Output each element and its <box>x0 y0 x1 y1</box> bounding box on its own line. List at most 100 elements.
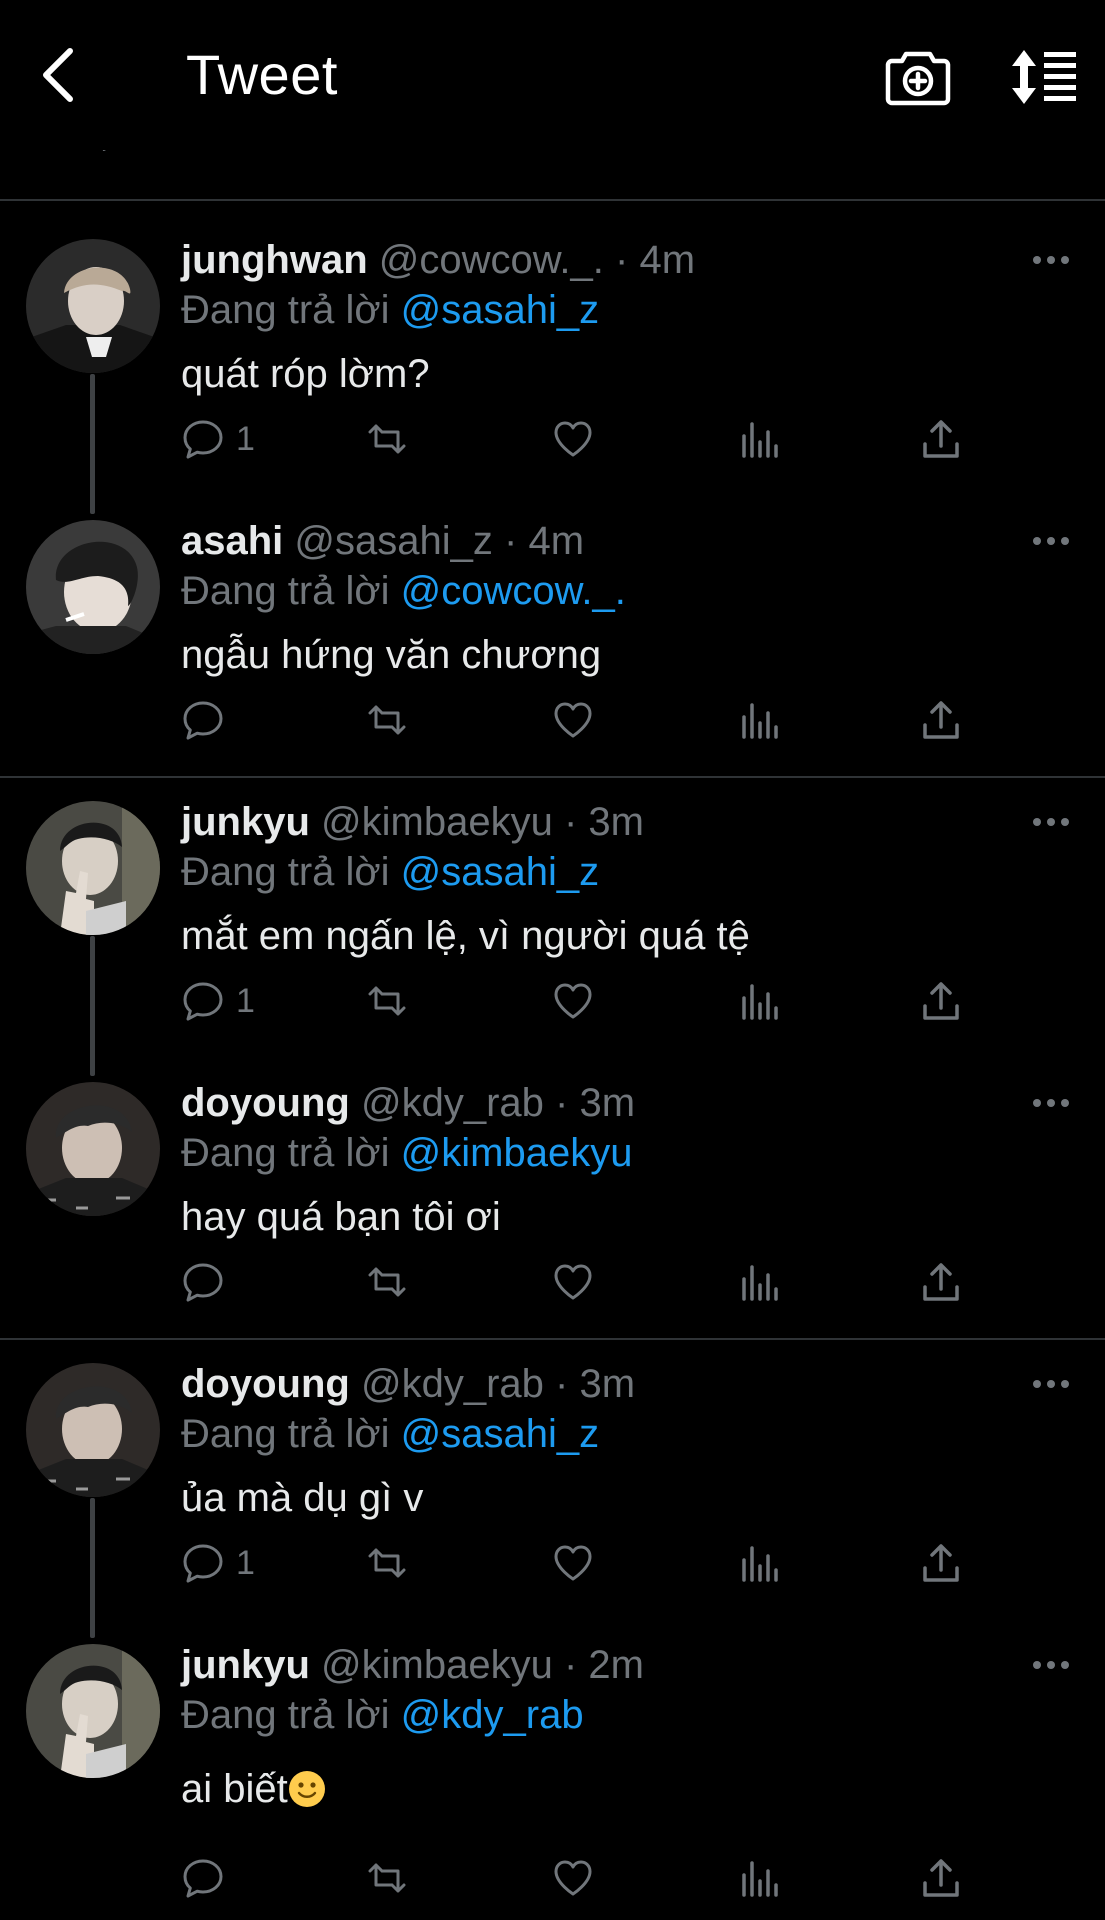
more-options-icon[interactable] <box>1030 529 1072 553</box>
replying-to-handle[interactable]: @sasahi_z <box>401 850 599 894</box>
display-name[interactable]: doyoung <box>181 1362 350 1406</box>
retweet-button[interactable] <box>364 695 410 745</box>
like-button[interactable] <box>550 1257 596 1307</box>
back-button[interactable] <box>30 42 86 108</box>
more-options-icon[interactable] <box>1030 248 1072 272</box>
views-button[interactable] <box>736 414 782 464</box>
replying-to-label: Đang trả lời <box>181 1693 390 1737</box>
retweet-button[interactable] <box>364 976 410 1026</box>
share-button[interactable] <box>918 1853 964 1903</box>
reply-button[interactable]: 1 <box>180 1538 255 1588</box>
more-options-icon[interactable] <box>1030 1091 1072 1115</box>
heart-icon <box>554 1860 592 1896</box>
display-name[interactable]: junghwan <box>181 238 368 282</box>
avatar[interactable] <box>26 1082 160 1216</box>
timestamp: 4m <box>639 238 696 282</box>
reply-button[interactable] <box>180 695 236 745</box>
separator-dot: · <box>563 1643 578 1687</box>
camera-button[interactable] <box>884 46 952 108</box>
tweet-item[interactable]: junkyu @kimbaekyu · 2m Đang trả lời @kdy… <box>0 1641 1105 1920</box>
timestamp: 3m <box>588 800 644 844</box>
retweet-icon <box>368 1863 406 1893</box>
like-button[interactable] <box>550 414 596 464</box>
reply-button[interactable]: 1 <box>180 976 255 1026</box>
replying-to-handle[interactable]: @kimbaekyu <box>401 1131 633 1175</box>
avatar[interactable] <box>26 520 160 654</box>
reply-button[interactable] <box>180 1257 236 1307</box>
views-chart-icon <box>742 1265 778 1301</box>
retweet-button[interactable] <box>364 414 410 464</box>
tweet-text: ngẫu hứng văn chương <box>181 633 602 677</box>
views-button[interactable] <box>736 695 782 745</box>
share-button[interactable] <box>918 1257 964 1307</box>
display-name[interactable]: doyoung <box>181 1081 350 1125</box>
share-button[interactable] <box>918 976 964 1026</box>
avatar-image <box>26 1644 160 1778</box>
user-handle[interactable]: @sasahi_z <box>294 519 492 563</box>
tweet-text: ai biết <box>181 1764 326 1814</box>
share-button[interactable] <box>918 1538 964 1588</box>
tweet-header: doyoung @kdy_rab · 3m <box>181 1360 635 1408</box>
user-handle[interactable]: @kdy_rab <box>361 1081 544 1125</box>
display-name[interactable]: junkyu <box>181 1643 310 1687</box>
share-icon <box>923 701 959 739</box>
sort-button[interactable] <box>1008 46 1078 108</box>
reply-icon <box>183 701 223 740</box>
retweet-button[interactable] <box>364 1538 410 1588</box>
retweet-icon <box>368 1548 406 1578</box>
more-options-icon[interactable] <box>1030 1653 1072 1677</box>
avatar[interactable] <box>26 239 160 373</box>
more-options-icon[interactable] <box>1030 810 1072 834</box>
user-handle[interactable]: @kimbaekyu <box>321 800 553 844</box>
tweet-item[interactable]: junkyu @kimbaekyu · 3m Đang trả lời @sas… <box>0 798 1105 1079</box>
user-handle[interactable]: @cowcow._. <box>379 238 604 282</box>
tweet-header: asahi @sasahi_z · 4m <box>181 517 584 565</box>
share-button[interactable] <box>918 695 964 745</box>
like-button[interactable] <box>550 976 596 1026</box>
like-button[interactable] <box>550 1538 596 1588</box>
retweet-button[interactable] <box>364 1257 410 1307</box>
reply-count: 1 <box>236 419 255 458</box>
avatar[interactable] <box>26 1644 160 1778</box>
views-chart-icon <box>742 1546 778 1582</box>
retweet-button[interactable] <box>364 1853 410 1903</box>
reply-button[interactable]: 1 <box>180 414 255 464</box>
slightly-smiling-face-emoji <box>288 1771 325 1807</box>
user-handle[interactable]: @kdy_rab <box>361 1362 544 1406</box>
user-handle[interactable]: @kimbaekyu <box>321 1643 553 1687</box>
avatar-image <box>26 1082 160 1216</box>
views-button[interactable] <box>736 1538 782 1588</box>
display-name[interactable]: asahi <box>181 519 283 563</box>
tweet-actions: 1 <box>0 976 1105 1026</box>
like-button[interactable] <box>550 1853 596 1903</box>
replying-to-handle[interactable]: @sasahi_z <box>401 288 599 332</box>
tweet-item[interactable]: doyoung @kdy_rab · 3m Đang trả lời @kimb… <box>0 1079 1105 1360</box>
replying-to-handle[interactable]: @kdy_rab <box>401 1693 584 1737</box>
share-icon <box>923 1859 959 1897</box>
tweet-item[interactable]: doyoung @kdy_rab · 3m Đang trả lời @sasa… <box>0 1360 1105 1641</box>
reply-count: 1 <box>236 1543 255 1582</box>
replying-to: Đang trả lời @sasahi_z <box>181 848 599 896</box>
avatar[interactable] <box>26 1363 160 1497</box>
views-button[interactable] <box>736 1257 782 1307</box>
views-button[interactable] <box>736 976 782 1026</box>
heart-icon <box>554 1545 592 1581</box>
chevron-left-icon <box>43 48 73 102</box>
replying-to-handle[interactable]: @sasahi_z <box>401 1412 599 1456</box>
tweet-thread-screen: Tweet junghwan @cowcow._. · 4m Đang trả … <box>0 0 1105 1920</box>
replying-to-handle[interactable]: @cowcow._. <box>401 569 626 613</box>
reply-button[interactable] <box>180 1853 236 1903</box>
avatar-image <box>26 520 160 654</box>
replying-to-label: Đang trả lời <box>181 1131 390 1175</box>
tweet-header: junkyu @kimbaekyu · 2m <box>181 1641 644 1689</box>
tweet-item[interactable]: asahi @sasahi_z · 4m Đang trả lời @cowco… <box>0 517 1105 798</box>
views-button[interactable] <box>736 1853 782 1903</box>
avatar-image <box>26 1363 160 1497</box>
more-options-icon[interactable] <box>1030 1372 1072 1396</box>
tweet-item[interactable]: junghwan @cowcow._. · 4m Đang trả lời @s… <box>0 236 1105 517</box>
like-button[interactable] <box>550 695 596 745</box>
display-name[interactable]: junkyu <box>181 800 310 844</box>
retweet-icon <box>368 986 406 1016</box>
avatar[interactable] <box>26 801 160 935</box>
share-button[interactable] <box>918 414 964 464</box>
